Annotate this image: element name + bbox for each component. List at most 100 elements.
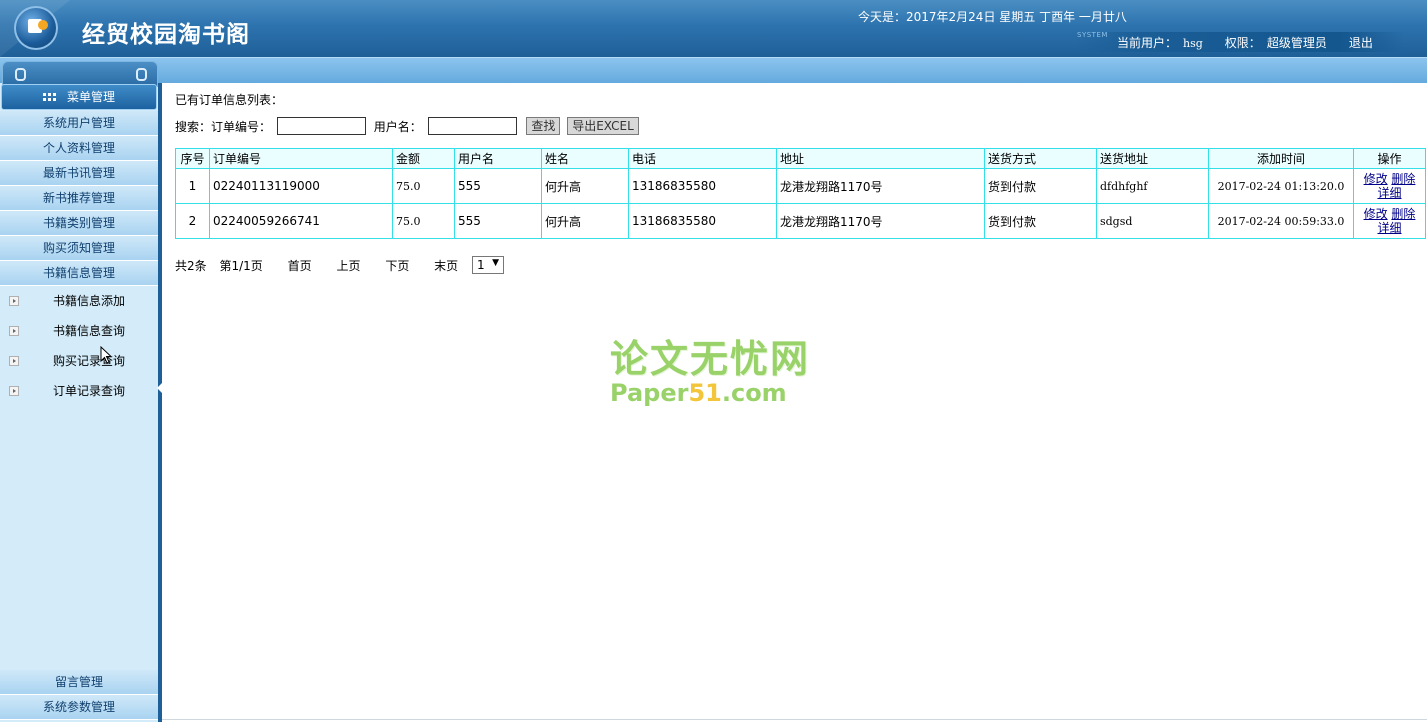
cell-created-time: 2017-02-24 01:13:20.0 <box>1208 168 1354 204</box>
cell-index: 1 <box>175 168 210 204</box>
cell-delivery-address: sdgsd <box>1096 203 1209 239</box>
export-excel-button[interactable]: 导出EXCEL <box>567 117 639 135</box>
watermark: 论文无忧网 Paper51.com <box>610 328 820 407</box>
current-user-value: hsg <box>1183 37 1203 50</box>
sidebar-item-purchase-notice[interactable]: 购买须知管理 <box>0 236 158 261</box>
app-title: 经贸校园淘书阁 <box>82 21 250 48</box>
cell-delivery-address: dfdhfghf <box>1096 168 1209 204</box>
sidebar-item-book-categories[interactable]: 书籍类别管理 <box>0 211 158 236</box>
cell-index: 2 <box>175 203 210 239</box>
username-input[interactable] <box>427 117 517 135</box>
col-header-phone: 电话 <box>628 148 777 169</box>
table-row: 1 02240113119000 75.0 555 何升高 1318683558… <box>175 168 1426 204</box>
menu-header-label: 菜单管理 <box>66 90 115 104</box>
col-header-order-no: 订单编号 <box>209 148 393 169</box>
cell-actions: 修改 删除 详细 <box>1353 203 1426 239</box>
sidebar-item-new-books[interactable]: 新书推荐管理 <box>0 186 158 211</box>
main-content: 已有订单信息列表： 搜索：订单编号： 用户名： 查找 导出EXCEL 序号 订单… <box>162 83 1427 722</box>
detail-link[interactable]: 详细 <box>1377 186 1401 200</box>
col-header-name: 姓名 <box>541 148 629 169</box>
next-page-link[interactable]: 下页 <box>385 257 409 274</box>
top-header: 经贸校园淘书阁 今天是：2017年2月24日 星期五 丁酉年 一月廿八 SYST… <box>0 0 1427 57</box>
subitem-label: 书籍信息添加 <box>53 294 126 308</box>
sidebar-item-book-info[interactable]: 书籍信息管理 <box>0 261 158 286</box>
role-value: 超级管理员 <box>1266 36 1327 50</box>
search-button[interactable]: 查找 <box>526 117 561 135</box>
col-header-address: 地址 <box>776 148 985 169</box>
table-header-row: 序号 订单编号 金额 用户名 姓名 电话 地址 送货方式 送货地址 添加时间 操… <box>175 148 1426 169</box>
username-label: 用户名： <box>373 119 422 134</box>
col-header-delivery-method: 送货方式 <box>984 148 1097 169</box>
logout-link[interactable]: 退出 <box>1349 34 1373 51</box>
arrow-bullet-icon <box>9 326 19 336</box>
cell-actions: 修改 删除 详细 <box>1353 168 1426 204</box>
date-display: 今天是：2017年2月24日 星期五 丁酉年 一月廿八 <box>858 10 1127 24</box>
watermark-en-a: Paper <box>610 379 689 407</box>
subitem-label: 书籍信息查询 <box>53 324 126 338</box>
sidebar-item-book-news[interactable]: 最新书讯管理 <box>0 161 158 186</box>
cell-order-no: 02240113119000 <box>209 168 393 204</box>
cell-phone: 13186835580 <box>628 203 777 239</box>
watermark-cn: 论文无忧网 <box>610 336 811 381</box>
orders-table: 序号 订单编号 金额 用户名 姓名 电话 地址 送货方式 送货地址 添加时间 操… <box>175 148 1426 239</box>
last-page-link[interactable]: 末页 <box>434 257 458 274</box>
col-header-created-time: 添加时间 <box>1208 148 1354 169</box>
watermark-en: Paper51.com <box>610 379 820 407</box>
first-page-link[interactable]: 首页 <box>288 257 312 274</box>
arrow-bullet-icon <box>9 296 19 306</box>
delete-link[interactable]: 删除 <box>1391 207 1415 221</box>
col-header-amount: 金额 <box>392 148 455 169</box>
prev-page-link[interactable]: 上页 <box>336 257 360 274</box>
cell-address: 龙港龙翔路1170号 <box>776 168 985 204</box>
arrow-bullet-icon <box>9 356 19 366</box>
order-no-label: 订单编号： <box>211 119 272 134</box>
cell-amount: 75.0 <box>392 203 455 239</box>
sidebar-item-system-params[interactable]: 系统参数管理 <box>0 695 158 720</box>
col-header-delivery-address: 送货地址 <box>1096 148 1209 169</box>
sidebar-subitem-query-books[interactable]: 书籍信息查询 <box>0 320 158 342</box>
page-select-value: 1 <box>477 258 485 272</box>
subitem-label: 购买记录查询 <box>53 354 126 368</box>
total-count: 共2条 <box>175 258 207 273</box>
role-label: 权限： <box>1224 36 1261 50</box>
bottom-divider <box>162 719 1427 720</box>
cell-username: 555 <box>454 168 542 204</box>
arrow-bullet-icon <box>9 386 19 396</box>
sidebar-subitem-order-records[interactable]: 订单记录查询 <box>0 380 158 402</box>
detail-link[interactable]: 详细 <box>1377 221 1401 235</box>
col-header-actions: 操作 <box>1353 148 1426 169</box>
watermark-en-c: .com <box>721 379 787 407</box>
subitem-label: 订单记录查询 <box>53 384 126 398</box>
cell-address: 龙港龙翔路1170号 <box>776 203 985 239</box>
cell-order-no: 02240059266741 <box>209 203 393 239</box>
edit-link[interactable]: 修改 <box>1364 172 1388 186</box>
ring-icon <box>15 68 26 81</box>
search-bar: 搜索：订单编号： 用户名： 查找 导出EXCEL <box>175 117 639 137</box>
user-info: 当前用户： hsg 权限： 超级管理员 退出 <box>1117 34 1373 51</box>
col-header-username: 用户名 <box>454 148 542 169</box>
sidebar-item-profile[interactable]: 个人资料管理 <box>0 136 158 161</box>
mouse-cursor-icon <box>100 346 113 364</box>
page-select[interactable]: 1 ▼ <box>472 256 504 274</box>
cell-username: 555 <box>454 203 542 239</box>
current-user-label: 当前用户： <box>1117 36 1178 50</box>
edit-link[interactable]: 修改 <box>1364 207 1388 221</box>
table-row: 2 02240059266741 75.0 555 何升高 1318683558… <box>175 203 1426 239</box>
chevron-down-icon: ▼ <box>492 258 499 268</box>
system-mark: SYSTEM <box>1077 31 1108 39</box>
menu-header[interactable]: 菜单管理 <box>1 84 157 110</box>
sidebar-item-system-users[interactable]: 系统用户管理 <box>0 111 158 136</box>
delete-link[interactable]: 删除 <box>1391 172 1415 186</box>
cell-created-time: 2017-02-24 00:59:33.0 <box>1208 203 1354 239</box>
ring-icon <box>136 68 147 81</box>
sidebar-subitem-add-book[interactable]: 书籍信息添加 <box>0 290 158 312</box>
sidebar-subitem-purchase-records[interactable]: 购买记录查询 <box>0 350 158 372</box>
cell-name: 何升高 <box>541 168 629 204</box>
order-no-input[interactable] <box>276 117 366 135</box>
sidebar-item-messages[interactable]: 留言管理 <box>0 670 158 695</box>
sub-header-bar <box>0 57 1427 84</box>
cell-delivery-method: 货到付款 <box>984 168 1097 204</box>
pagination: 共2条 第1/1页 首页 上页 下页 末页 1 ▼ <box>175 256 504 276</box>
list-title: 已有订单信息列表： <box>175 93 284 107</box>
logo-dot-icon <box>38 20 48 30</box>
